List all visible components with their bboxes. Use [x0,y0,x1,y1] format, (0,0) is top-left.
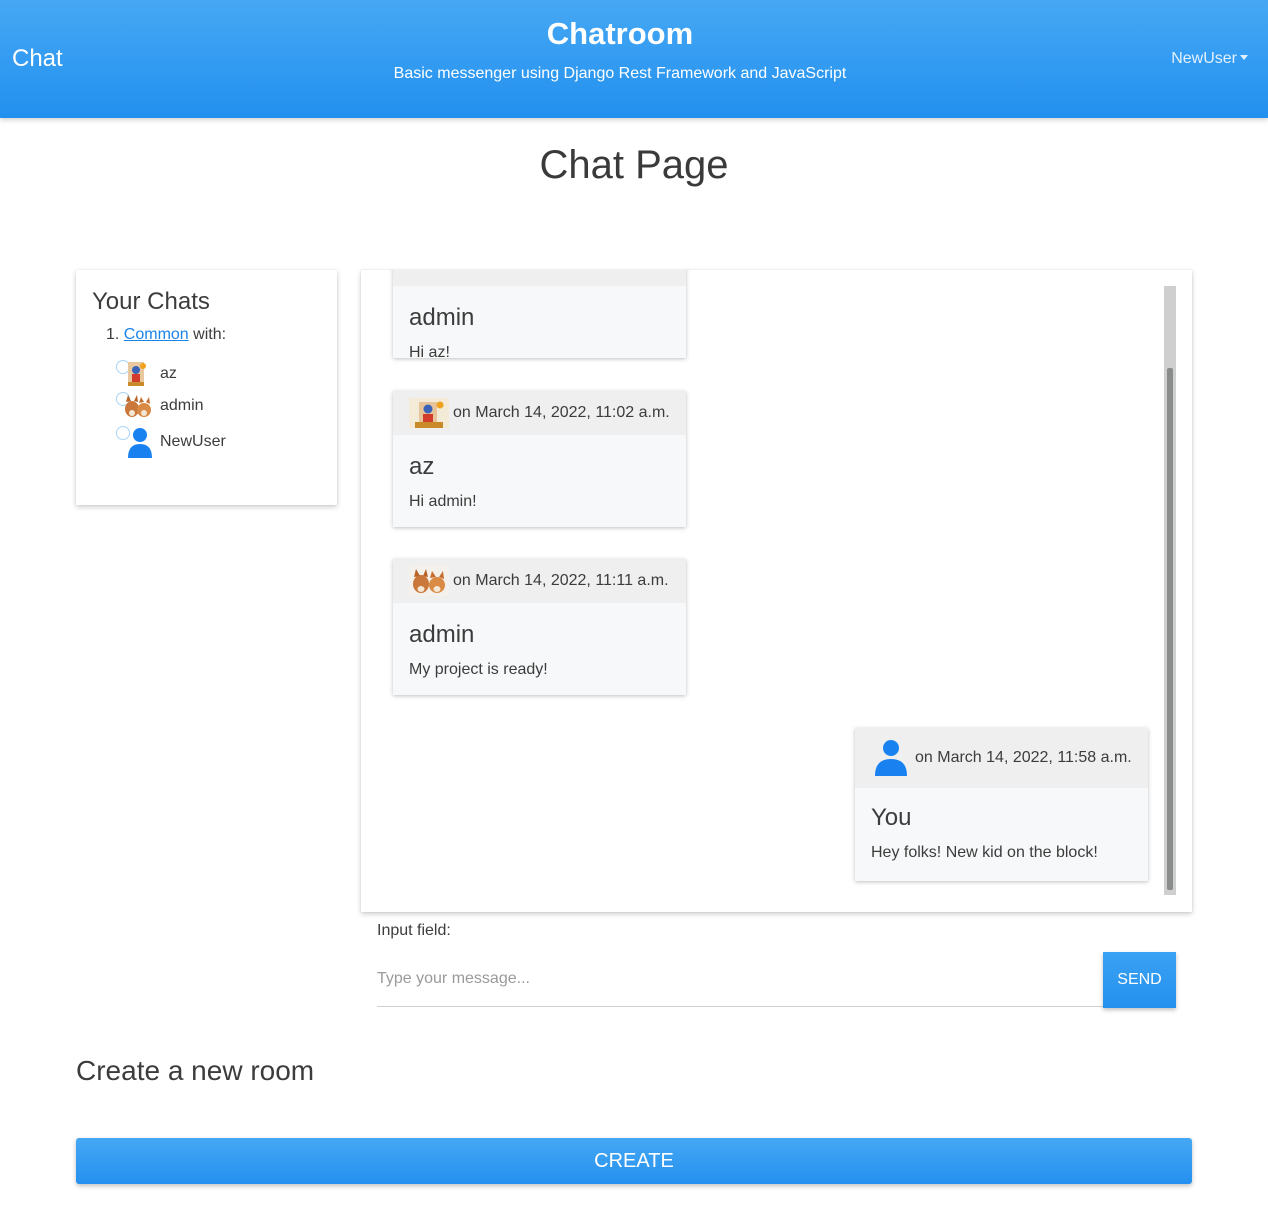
message-timestamp: on March 14, 2022, 11:02 a.m. [453,404,670,421]
message-author: az [409,453,435,480]
top-navbar: Chat Chatroom Basic messenger using Djan… [0,0,1268,118]
messages-scrollbar[interactable] [1164,286,1176,895]
message-text: Hi admin! [409,493,477,510]
member-item: admin [116,392,204,420]
deity-painting-avatar-icon [116,360,154,388]
message-timestamp: on March 14, 2022, 11:11 a.m. [453,572,669,589]
message-input[interactable] [377,952,1103,1007]
message-text: My project is ready! [409,661,548,678]
create-room-button[interactable]: CREATE [76,1138,1192,1184]
member-name: admin [160,397,204,414]
fox-cubs-avatar-icon [409,566,449,596]
message-header [393,270,686,286]
default-person-avatar-icon [116,426,154,458]
send-button[interactable]: SEND [1103,952,1176,1008]
deity-painting-avatar-icon [409,398,449,428]
input-field-label: Input field: [377,922,451,939]
page-title: Chat Page [539,143,729,187]
room-link-common[interactable]: Common [124,326,189,343]
message-card: admin Hi az! [393,270,686,361]
message-text: Hey folks! New kid on the block! [871,844,1098,861]
your-chats-title: Your Chats [92,288,210,315]
user-dropdown-label: NewUser [1171,50,1237,67]
caret-down-icon [1240,55,1248,61]
member-item: NewUser [116,426,226,458]
chat-room-list: 1. Common with: [106,326,226,344]
message-header: on March 14, 2022, 11:02 a.m. [393,391,686,435]
message-card: on March 14, 2022, 11:02 a.m. az Hi admi… [393,391,686,527]
room-number: 1. [106,326,120,343]
create-room-heading: Create a new room [76,1055,315,1086]
message-header: on March 14, 2022, 11:58 a.m. [855,728,1148,788]
messages-panel[interactable]: admin Hi az! on March 14, 2022, 11:02 a.… [361,270,1192,912]
message-timestamp: on March 14, 2022, 11:58 a.m. [915,749,1132,766]
message-author: admin [409,621,475,648]
member-name: NewUser [160,433,226,450]
room-members-label: with: [193,326,227,343]
member-name: az [160,365,177,382]
message-author: admin [409,304,475,331]
member-item: az [116,360,177,388]
fox-cubs-avatar-icon [116,392,154,420]
message-card-own: on March 14, 2022, 11:58 a.m. You Hey fo… [855,728,1148,881]
site-subtitle: Basic messenger using Django Rest Framew… [393,65,847,82]
user-dropdown[interactable]: NewUser [1171,50,1248,68]
default-person-avatar-icon [871,738,911,778]
message-header: on March 14, 2022, 11:11 a.m. [393,559,686,603]
message-text: Hi az! [409,344,450,361]
message-author: You [871,804,912,831]
site-title: Chatroom [546,16,694,51]
message-card: on March 14, 2022, 11:11 a.m. admin My p… [393,559,686,695]
messages-scrollbar-thumb[interactable] [1167,368,1173,890]
your-chats-panel: Your Chats 1. Common with: az admin NewU… [76,270,337,505]
